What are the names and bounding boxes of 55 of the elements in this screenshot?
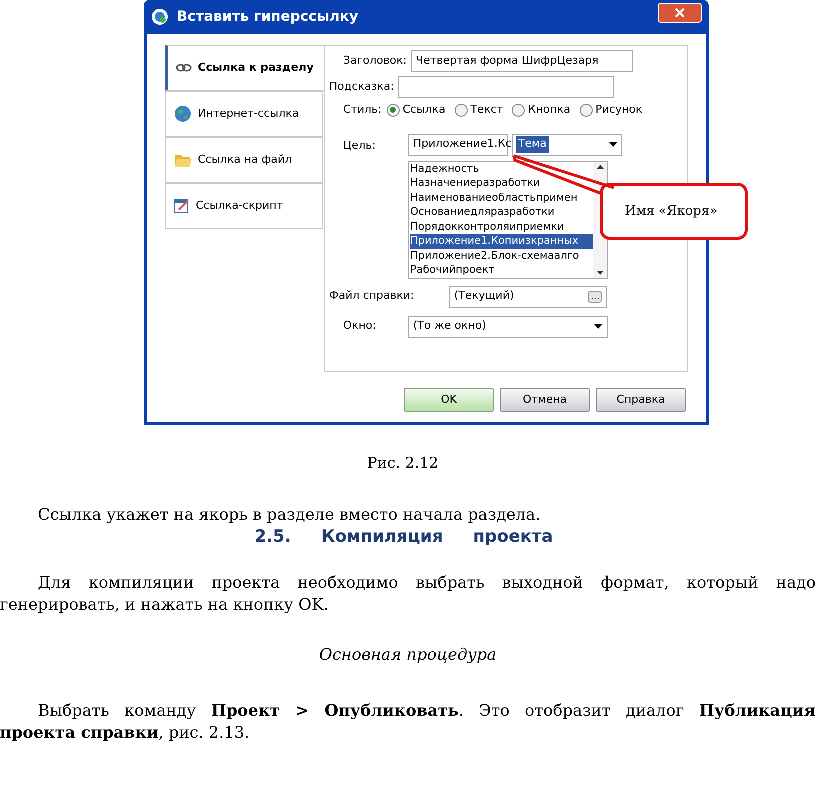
radio-label: Рисунок xyxy=(596,102,643,118)
close-icon xyxy=(675,8,685,18)
radio-button[interactable] xyxy=(454,104,468,117)
radio-button[interactable] xyxy=(512,104,526,117)
dropdown-caret-icon xyxy=(594,324,604,329)
chain-link-icon xyxy=(176,63,192,73)
notepad-icon xyxy=(174,198,190,214)
window-dropdown[interactable]: (То же окно) xyxy=(408,316,608,338)
selected-text: Тема xyxy=(516,136,549,153)
title-field[interactable]: Четвертая форма ШифрЦезаря xyxy=(411,50,634,72)
paragraph: Ссылка укажет на якорь в разделе вместо начала раздела. xyxy=(37,504,542,526)
paragraph: Для компиляции проекта необходимо выбрать выходной формат, который надо генерировать, и нажать на кнопку OK. xyxy=(0,572,816,616)
radio-label: Кнопка xyxy=(528,102,571,118)
dialog-button[interactable]: OK xyxy=(404,388,494,412)
radio-button[interactable] xyxy=(580,104,593,117)
side-tab[interactable]: Ссылка к разделу xyxy=(165,45,324,91)
anchor-dropdown[interactable]: Тема xyxy=(512,134,622,156)
field-label: Цель: xyxy=(343,138,377,154)
list-item[interactable]: Приложение2.Блок-схемаалго xyxy=(410,248,594,263)
side-tab[interactable]: Интернет-ссылка xyxy=(165,91,324,137)
scroll-down-icon xyxy=(596,270,604,274)
field-label: Подсказка: xyxy=(329,78,394,95)
folder-icon xyxy=(174,152,192,168)
callout-text: Имя «Якоря» xyxy=(625,202,718,221)
list-item[interactable]: Рабочийпроект xyxy=(410,263,594,278)
radio-label: Ссылка xyxy=(402,102,446,118)
section-heading: 2.5. Компиляция проекта xyxy=(254,526,554,548)
paragraph: Выбрать команду Проект > Опубликовать. Это отобразит диалог Публикация проекта справки, рис. 2.13. xyxy=(0,700,816,744)
subheading: Основная процедура xyxy=(319,644,497,666)
field-label: Стиль: xyxy=(343,102,382,118)
dropdown-caret-icon xyxy=(609,142,618,147)
side-tab[interactable]: Ссылка-скрипт xyxy=(165,183,324,229)
field-label: Окно: xyxy=(343,318,378,334)
dialog-button[interactable]: Справка xyxy=(596,388,686,412)
close-button[interactable] xyxy=(658,3,702,23)
side-tab[interactable]: Ссылка на файл xyxy=(165,137,324,183)
field-label: Заголовок: xyxy=(343,52,408,69)
list-item[interactable]: Приложение1.Копиизкранных xyxy=(410,234,594,248)
browse-icon xyxy=(588,290,602,302)
list-item[interactable]: Основаниедляразработки xyxy=(410,205,594,220)
list-item[interactable]: Назначениеразработки xyxy=(410,176,594,190)
field-label: Файл справки: xyxy=(329,288,416,304)
list-item[interactable]: Порядокконтроляиприемки xyxy=(410,220,594,234)
app-icon xyxy=(151,8,169,26)
window-title: Вставить гиперссылку xyxy=(177,8,358,26)
scroll-up-icon xyxy=(596,164,604,168)
list-item[interactable]: Наименованиеобластьпримен xyxy=(410,190,594,205)
figure-caption: Рис. 2.12 xyxy=(367,453,439,474)
help-file-field[interactable]: (Текущий) xyxy=(449,286,608,308)
globe-icon xyxy=(174,105,192,123)
list-item[interactable]: Надежность xyxy=(410,162,594,176)
dialog-button[interactable]: Отмена xyxy=(500,388,590,412)
hint-field[interactable] xyxy=(398,76,614,98)
radio-button[interactable] xyxy=(386,104,400,117)
radio-label: Текст xyxy=(470,102,504,118)
